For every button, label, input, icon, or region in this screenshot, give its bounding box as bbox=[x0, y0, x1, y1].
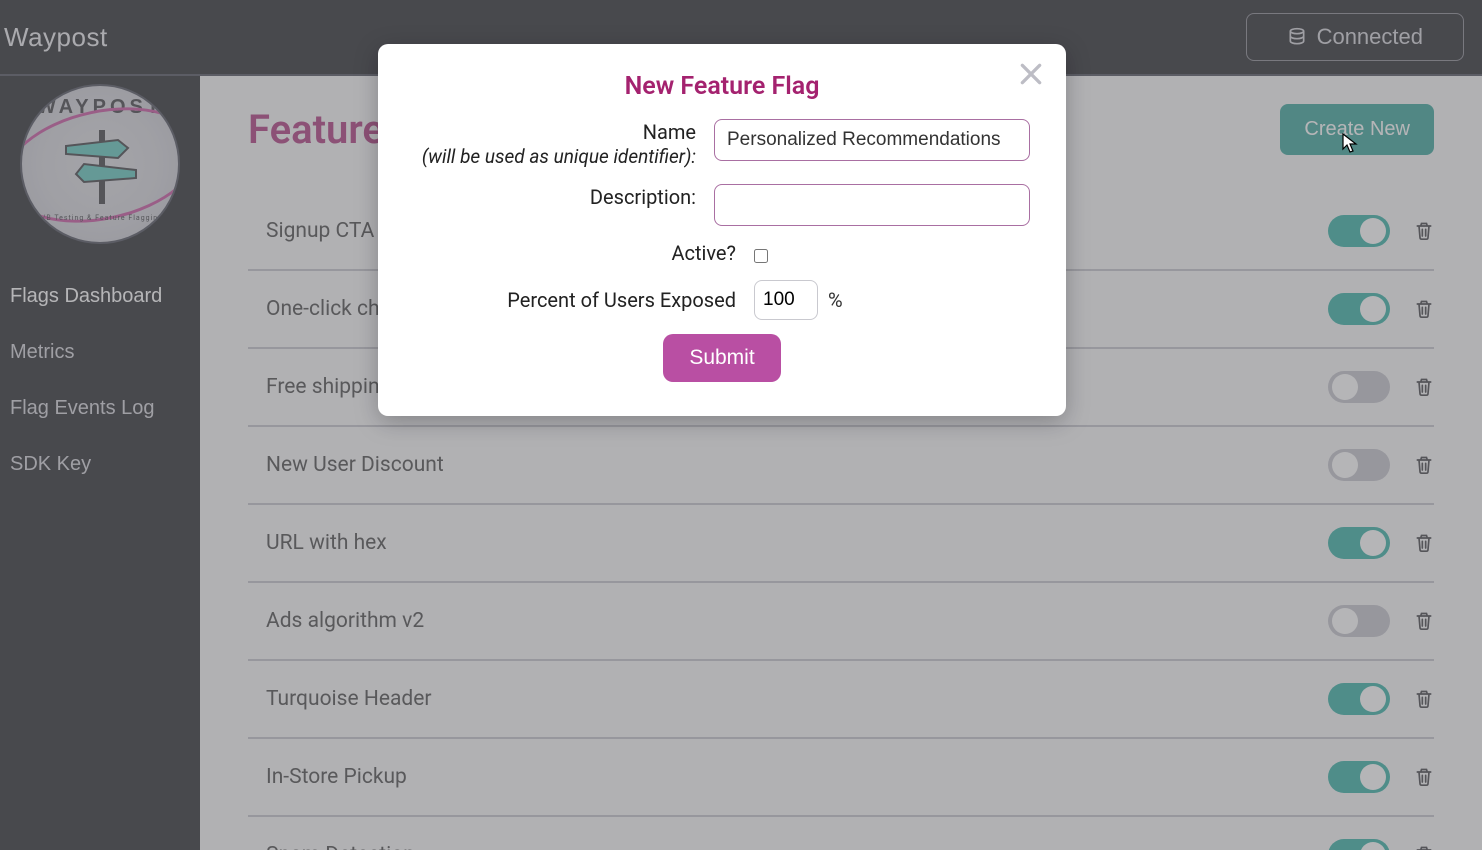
new-flag-modal: New Feature Flag Name (will be used as u… bbox=[378, 44, 1066, 416]
description-input[interactable] bbox=[714, 184, 1030, 226]
name-label: Name (will be used as unique identifier)… bbox=[414, 119, 714, 170]
modal-title: New Feature Flag bbox=[414, 72, 1030, 101]
percent-label: Percent of Users Exposed bbox=[414, 287, 754, 313]
submit-button[interactable]: Submit bbox=[663, 334, 780, 382]
active-label: Active? bbox=[414, 240, 754, 266]
name-input[interactable] bbox=[714, 119, 1030, 161]
description-label: Description: bbox=[414, 184, 714, 210]
percent-symbol: % bbox=[828, 288, 843, 312]
close-icon[interactable] bbox=[1018, 60, 1044, 92]
percent-input[interactable] bbox=[754, 280, 818, 320]
active-checkbox[interactable] bbox=[754, 249, 768, 263]
